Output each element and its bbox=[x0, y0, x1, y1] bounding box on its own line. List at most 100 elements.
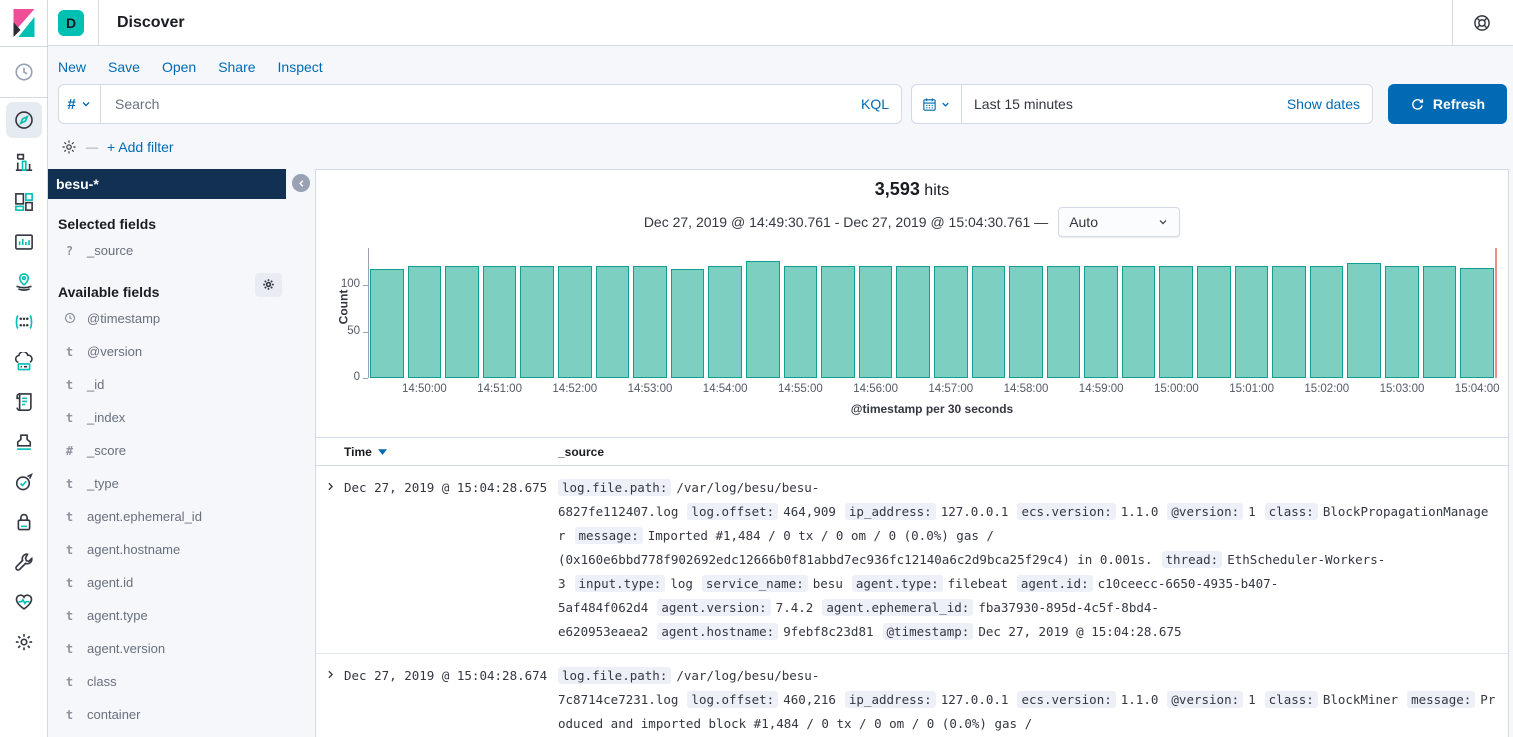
histogram-bar[interactable] bbox=[859, 266, 893, 379]
field-item-_index[interactable]: t_index bbox=[48, 401, 315, 434]
expand-row-button[interactable] bbox=[316, 476, 344, 644]
field-item-_source[interactable]: ?_source bbox=[48, 234, 315, 267]
filter-options-button[interactable] bbox=[61, 139, 77, 155]
histogram-bar[interactable] bbox=[746, 261, 780, 378]
interval-select[interactable]: Auto bbox=[1058, 207, 1180, 237]
nav-siem[interactable] bbox=[0, 502, 47, 542]
nav-dashboard[interactable] bbox=[0, 182, 47, 222]
toolbar-link-new[interactable]: New bbox=[58, 59, 86, 75]
help-menu-button[interactable] bbox=[1467, 13, 1497, 33]
nav-discover[interactable] bbox=[6, 102, 42, 138]
field-item-agent.hostname[interactable]: tagent.hostname bbox=[48, 533, 315, 566]
app-content: New Save Open Share Inspect # KQL Last 15 mi… bbox=[48, 46, 1513, 737]
toolbar-link-open[interactable]: Open bbox=[162, 59, 196, 75]
histogram-bar[interactable] bbox=[1385, 266, 1419, 379]
histogram-bar[interactable] bbox=[520, 266, 554, 379]
histogram-bar[interactable] bbox=[1009, 266, 1043, 379]
nav-visualize[interactable] bbox=[0, 142, 47, 182]
nav-logs[interactable] bbox=[0, 382, 47, 422]
histogram-bar[interactable] bbox=[1347, 263, 1381, 378]
histogram-bar[interactable] bbox=[1235, 266, 1269, 378]
field-settings-button[interactable] bbox=[255, 273, 282, 297]
histogram-bar[interactable] bbox=[671, 269, 705, 378]
toolbar-link-share[interactable]: Share bbox=[218, 59, 255, 75]
histogram-bar[interactable] bbox=[896, 266, 930, 379]
source-field-badge: log.offset: bbox=[687, 503, 778, 520]
field-item-_id[interactable]: t_id bbox=[48, 368, 315, 401]
table-header: Time _source bbox=[316, 437, 1508, 466]
row-timestamp: Dec 27, 2019 @ 15:04:28.675 bbox=[344, 476, 558, 644]
source-field-value: Imported #1,484 / 0 tx / 0 om / 0 (0.0%)… bbox=[558, 528, 1153, 567]
histogram-bar[interactable] bbox=[370, 269, 404, 378]
histogram-bar[interactable] bbox=[708, 266, 742, 379]
field-item-agent.ephemeral_id[interactable]: tagent.ephemeral_id bbox=[48, 500, 315, 533]
gear-icon bbox=[61, 139, 77, 155]
show-dates-button[interactable]: Show dates bbox=[1281, 95, 1372, 113]
field-item-class[interactable]: tclass bbox=[48, 665, 315, 698]
histogram-bar[interactable] bbox=[1122, 266, 1156, 378]
histogram-bar[interactable] bbox=[1272, 266, 1306, 378]
nav-apm[interactable] bbox=[0, 422, 47, 462]
histogram-bar[interactable] bbox=[408, 266, 442, 379]
search-input[interactable] bbox=[113, 95, 853, 113]
field-item-_score[interactable]: #_score bbox=[48, 434, 315, 467]
nav-machine-learning[interactable] bbox=[0, 302, 47, 342]
nav-recently-viewed[interactable] bbox=[0, 47, 47, 97]
histogram-bar[interactable] bbox=[633, 266, 667, 379]
nav-canvas[interactable] bbox=[0, 222, 47, 262]
table-body: Dec 27, 2019 @ 15:04:28.675log.file.path… bbox=[316, 466, 1508, 737]
collapse-sidebar-button[interactable] bbox=[292, 174, 310, 192]
time-range-display: Dec 27, 2019 @ 14:49:30.761 - Dec 27, 20… bbox=[644, 214, 1048, 230]
histogram-bar[interactable] bbox=[596, 266, 630, 379]
nav-stack-monitoring[interactable] bbox=[0, 582, 47, 622]
index-pattern-name: besu-* bbox=[56, 176, 99, 192]
field-item-agent.id[interactable]: tagent.id bbox=[48, 566, 315, 599]
histogram-bar[interactable] bbox=[1310, 266, 1344, 378]
calendar-icon bbox=[922, 97, 937, 112]
histogram-bar[interactable] bbox=[1159, 266, 1193, 378]
nav-uptime[interactable] bbox=[0, 462, 47, 502]
toolbar-link-save[interactable]: Save bbox=[108, 59, 140, 75]
nav-maps[interactable] bbox=[0, 262, 47, 302]
field-type-icon: t bbox=[63, 610, 76, 622]
kibana-logo[interactable] bbox=[0, 0, 47, 46]
toolbar-link-inspect[interactable]: Inspect bbox=[278, 59, 323, 75]
time-column-header[interactable]: Time bbox=[344, 445, 558, 459]
field-item-agent.version[interactable]: tagent.version bbox=[48, 632, 315, 665]
field-item-_type[interactable]: t_type bbox=[48, 467, 315, 500]
field-name: @timestamp bbox=[87, 311, 160, 326]
histogram-bar[interactable] bbox=[1047, 266, 1081, 378]
histogram-bar[interactable] bbox=[1460, 268, 1494, 378]
index-pattern-selector[interactable]: besu-* bbox=[48, 169, 286, 199]
saved-query-menu-button[interactable]: # bbox=[58, 84, 100, 124]
field-type-icon: t bbox=[63, 709, 76, 721]
chevron-right-icon bbox=[324, 668, 337, 681]
histogram-bar[interactable] bbox=[445, 266, 479, 379]
histogram-bar[interactable] bbox=[1084, 266, 1118, 378]
nav-management[interactable] bbox=[0, 622, 47, 662]
quick-select-menu-button[interactable] bbox=[912, 85, 962, 123]
field-item-@version[interactable]: t@version bbox=[48, 335, 315, 368]
expand-row-button[interactable] bbox=[316, 664, 344, 737]
histogram-bar[interactable] bbox=[1423, 266, 1457, 379]
field-item-container[interactable]: tcontainer bbox=[48, 698, 315, 731]
histogram-bar[interactable] bbox=[558, 266, 592, 379]
kql-button[interactable]: KQL bbox=[853, 96, 889, 112]
nav-dev-tools[interactable] bbox=[0, 542, 47, 582]
histogram-bar[interactable] bbox=[821, 266, 855, 379]
refresh-button[interactable]: Refresh bbox=[1388, 84, 1507, 124]
space-avatar[interactable]: D bbox=[58, 10, 84, 36]
field-item-agent.type[interactable]: tagent.type bbox=[48, 599, 315, 632]
histogram-bar[interactable] bbox=[972, 266, 1006, 379]
nav-rail bbox=[0, 0, 48, 737]
field-item-@timestamp[interactable]: @timestamp bbox=[48, 302, 315, 335]
apm-icon bbox=[14, 432, 34, 452]
histogram-bar[interactable] bbox=[784, 266, 818, 379]
nav-metrics[interactable] bbox=[0, 342, 47, 382]
time-range-value[interactable]: Last 15 minutes bbox=[962, 96, 1281, 112]
add-filter-link[interactable]: + Add filter bbox=[107, 139, 174, 155]
histogram-bar[interactable] bbox=[934, 266, 968, 379]
histogram-bar[interactable] bbox=[1197, 266, 1231, 378]
histogram-bar[interactable] bbox=[483, 266, 517, 379]
source-field-badge: ip_address: bbox=[845, 503, 936, 520]
